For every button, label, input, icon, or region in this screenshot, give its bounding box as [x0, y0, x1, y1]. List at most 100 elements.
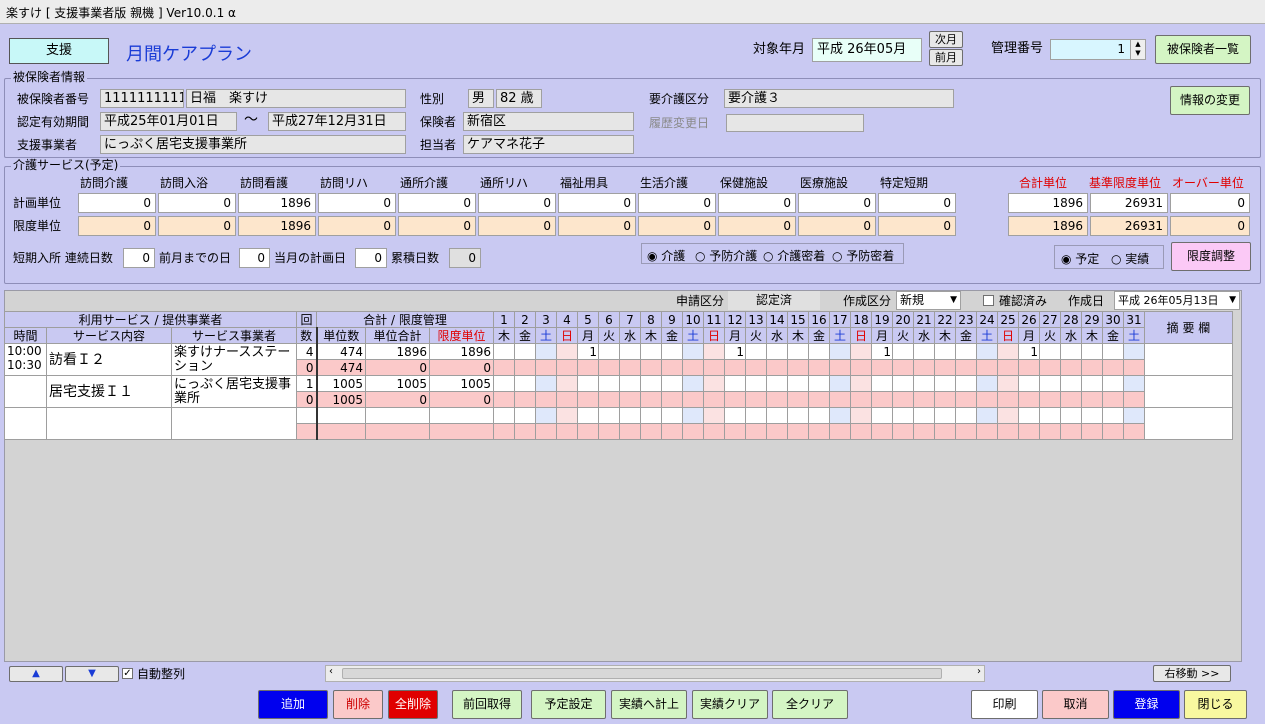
radio-prevent-care[interactable]: ○ 予防介護 — [695, 247, 757, 264]
actual-day-cell[interactable] — [598, 359, 620, 376]
horizontal-scrollbar[interactable]: ‹ › — [325, 665, 985, 682]
day-cell[interactable] — [1123, 343, 1145, 360]
empty-actual-day-cell[interactable] — [1060, 423, 1082, 440]
day-cell[interactable] — [1060, 375, 1082, 392]
actual-day-cell[interactable] — [703, 391, 725, 408]
empty-actual-day-cell[interactable] — [955, 423, 977, 440]
day-cell[interactable] — [1018, 375, 1040, 392]
empty-actual-day-cell[interactable] — [724, 423, 746, 440]
actual-day-cell[interactable] — [934, 391, 956, 408]
actual-day-cell[interactable] — [514, 359, 536, 376]
day-cell[interactable] — [829, 375, 851, 392]
actual-day-cell[interactable] — [724, 359, 746, 376]
limit-adjust-button[interactable]: 限度調整 — [1171, 242, 1251, 271]
empty-day-cell[interactable] — [493, 407, 515, 424]
day-cell[interactable] — [850, 343, 872, 360]
actual-day-cell[interactable] — [787, 391, 809, 408]
empty-actual-day-cell[interactable] — [493, 423, 515, 440]
day-cell[interactable] — [766, 343, 788, 360]
actual-day-cell[interactable] — [493, 391, 515, 408]
empty-actual-day-cell[interactable] — [703, 423, 725, 440]
day-cell[interactable] — [934, 343, 956, 360]
empty-day-cell[interactable] — [829, 407, 851, 424]
day-cell[interactable]: 1 — [871, 343, 893, 360]
empty-day-cell[interactable] — [955, 407, 977, 424]
actual-day-cell[interactable] — [1039, 391, 1061, 408]
empty-day-cell[interactable] — [745, 407, 767, 424]
actual-day-cell[interactable] — [682, 391, 704, 408]
empty-actual-day-cell[interactable] — [556, 423, 578, 440]
actual-day-cell[interactable] — [1018, 391, 1040, 408]
empty-actual-day-cell[interactable] — [892, 423, 914, 440]
day-cell[interactable] — [1039, 343, 1061, 360]
actual-day-cell[interactable] — [535, 391, 557, 408]
service-provider-cell[interactable]: にっぷく居宅支援事業所 — [171, 375, 297, 408]
empty-day-cell[interactable] — [598, 407, 620, 424]
print-button[interactable]: 印刷 — [971, 690, 1038, 719]
this-month-plan-input[interactable]: 0 — [355, 248, 387, 268]
empty-day-cell[interactable] — [724, 407, 746, 424]
day-cell[interactable] — [1123, 375, 1145, 392]
day-cell[interactable] — [1060, 343, 1082, 360]
actual-day-cell[interactable] — [787, 359, 809, 376]
day-cell[interactable] — [892, 343, 914, 360]
empty-day-cell[interactable] — [640, 407, 662, 424]
day-cell[interactable] — [745, 343, 767, 360]
prev-month-days-input[interactable]: 0 — [239, 248, 270, 268]
actual-day-cell[interactable] — [997, 359, 1019, 376]
empty-content-cell[interactable] — [46, 407, 172, 440]
day-cell[interactable] — [1102, 343, 1124, 360]
day-cell[interactable] — [661, 375, 683, 392]
day-cell[interactable] — [787, 343, 809, 360]
actual-day-cell[interactable] — [745, 359, 767, 376]
actual-day-cell[interactable] — [556, 391, 578, 408]
actual-day-cell[interactable] — [892, 391, 914, 408]
empty-day-cell[interactable] — [934, 407, 956, 424]
actual-day-cell[interactable] — [892, 359, 914, 376]
actual-day-cell[interactable] — [913, 391, 935, 408]
actual-day-cell[interactable] — [1060, 391, 1082, 408]
day-cell[interactable] — [556, 375, 578, 392]
empty-day-cell[interactable] — [682, 407, 704, 424]
actual-day-cell[interactable] — [934, 359, 956, 376]
day-cell[interactable] — [955, 375, 977, 392]
all-clear-button[interactable]: 全クリア — [772, 690, 848, 719]
register-button[interactable]: 登録 — [1113, 690, 1180, 719]
day-cell[interactable]: 1 — [1018, 343, 1040, 360]
radio-prevent-close[interactable]: ○ 予防密着 — [832, 247, 894, 264]
empty-actual-day-cell[interactable] — [787, 423, 809, 440]
radio-plan[interactable]: ◉ 予定 — [1061, 250, 1099, 267]
empty-day-cell[interactable] — [1081, 407, 1103, 424]
day-cell[interactable] — [682, 375, 704, 392]
memo-cell[interactable] — [1144, 343, 1233, 376]
empty-actual-day-cell[interactable] — [1081, 423, 1103, 440]
day-cell[interactable] — [535, 375, 557, 392]
actual-day-cell[interactable] — [1102, 391, 1124, 408]
create-date-picker[interactable]: 平成 26年05月13日 ▼ — [1114, 291, 1240, 310]
actual-day-cell[interactable] — [829, 391, 851, 408]
service-provider-cell[interactable]: 楽すけナースステーション — [171, 343, 297, 376]
create-type-select[interactable]: 新規 ▼ — [896, 291, 961, 310]
mgmt-no-spinner[interactable]: ▲ ▼ — [1130, 40, 1145, 59]
actual-day-cell[interactable] — [955, 359, 977, 376]
row-down-button[interactable]: ▼ — [65, 666, 119, 682]
auto-sort-checkbox[interactable]: ✓ — [122, 668, 133, 679]
actual-day-cell[interactable] — [1081, 359, 1103, 376]
empty-day-cell[interactable] — [850, 407, 872, 424]
empty-provider-cell[interactable] — [171, 407, 297, 440]
empty-actual-day-cell[interactable] — [934, 423, 956, 440]
actual-day-cell[interactable] — [514, 391, 536, 408]
day-cell[interactable] — [913, 343, 935, 360]
day-cell[interactable] — [514, 343, 536, 360]
empty-day-cell[interactable] — [535, 407, 557, 424]
day-cell[interactable] — [787, 375, 809, 392]
actual-day-cell[interactable] — [976, 391, 998, 408]
empty-actual-day-cell[interactable] — [766, 423, 788, 440]
actual-day-cell[interactable] — [850, 359, 872, 376]
radio-care[interactable]: ◉ 介護 — [647, 247, 685, 264]
actual-day-cell[interactable] — [871, 359, 893, 376]
empty-day-cell[interactable] — [1060, 407, 1082, 424]
day-cell[interactable] — [598, 375, 620, 392]
day-cell[interactable] — [829, 343, 851, 360]
empty-day-cell[interactable] — [1102, 407, 1124, 424]
